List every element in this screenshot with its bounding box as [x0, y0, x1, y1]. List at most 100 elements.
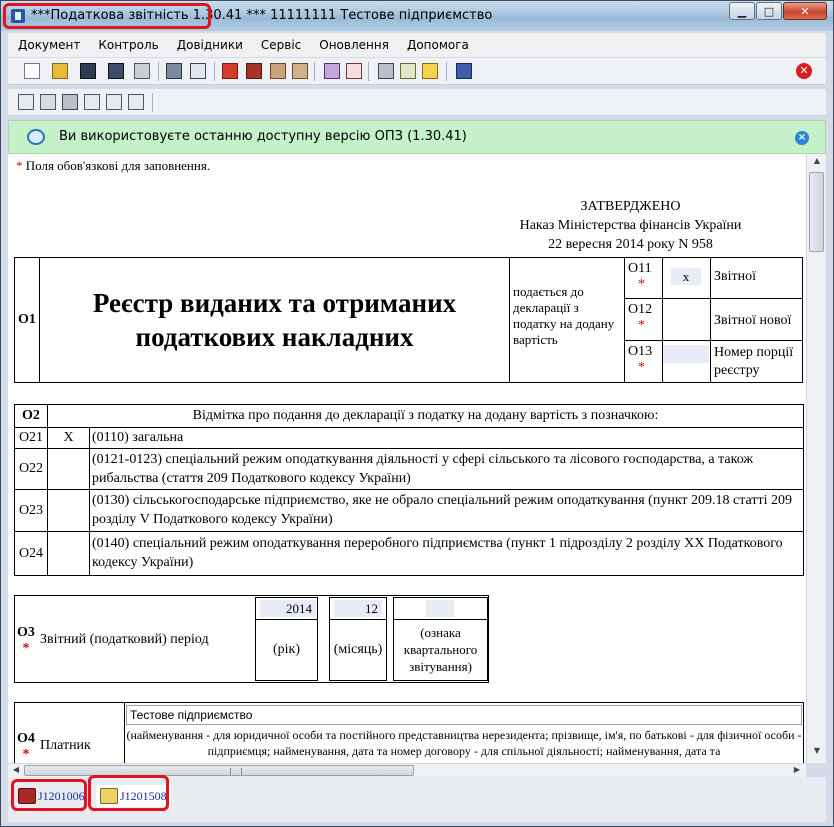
version-banner: Ви використовуєте останню доступну версі… [8, 120, 826, 154]
quarter-label: (ознака квартального звітування) [403, 625, 478, 674]
menu-service[interactable]: Сервіс [249, 38, 307, 52]
exit-icon[interactable] [456, 63, 472, 79]
document-title-line2: податкових накладних [135, 322, 414, 352]
menu-bar: Документ Контроль Довідники Сервіс Оновл… [8, 33, 826, 57]
o13-code-cell: О13 * [624, 340, 663, 383]
save-icon[interactable] [80, 63, 96, 79]
approved-title: ЗАТВЕРДЖЕНО [580, 199, 681, 214]
insert-row-icon[interactable] [106, 94, 122, 110]
o23-text: (0130) сільськогосподарське підприємство… [92, 493, 793, 527]
o21-code-cell: О21 [14, 427, 48, 449]
submitted-cell: подається до декларації з податку на дод… [509, 257, 625, 383]
required-note-text: Поля обов'язкові для заповнення. [25, 158, 211, 173]
checklist-icon[interactable] [190, 63, 206, 79]
copy-documents-icon[interactable] [270, 63, 286, 79]
o23-text-cell: (0130) сільськогосподарське підприємство… [89, 489, 804, 532]
o21-text-cell: (0110) загальна [89, 427, 804, 449]
year-input[interactable]: 2014 [260, 600, 316, 617]
menu-control[interactable]: Контроль [86, 38, 164, 52]
o11-code-cell: О11 * [624, 257, 663, 299]
o12-required-star: * [638, 318, 645, 333]
menu-references[interactable]: Довідники [165, 38, 249, 52]
o12-desc-cell: Звітної нової [710, 298, 803, 341]
year-label: (рік) [272, 642, 300, 657]
close-document-icon[interactable]: ✕ [796, 63, 812, 79]
main-window: ***Податкова звітність 1.30.41 *** 11111… [0, 0, 834, 827]
o23-mark-cell[interactable] [47, 489, 90, 532]
o22-mark-cell[interactable] [47, 448, 90, 490]
title-bar[interactable]: ***Податкова звітність 1.30.41 *** 11111… [1, 1, 833, 31]
settings-icon[interactable] [378, 63, 394, 79]
scroll-up-icon[interactable]: ▲ [810, 156, 824, 170]
add-row-icon[interactable] [84, 94, 100, 110]
key-icon[interactable] [422, 63, 438, 79]
horizontal-scroll-thumb[interactable] [24, 765, 414, 776]
o21-mark: X [63, 430, 74, 445]
minimize-button[interactable]: ▁ [729, 2, 755, 20]
o4-required-star: * [22, 747, 30, 762]
new-document-icon[interactable] [24, 63, 40, 79]
toolbar-separator [368, 62, 369, 81]
paste-icon[interactable] [62, 94, 78, 110]
o24-code-cell: О24 [14, 531, 48, 576]
vertical-scrollbar[interactable]: ▲ ▼ [806, 154, 826, 763]
payer-name-field[interactable]: Тестове підприємство [126, 705, 802, 725]
o23-code-cell: О23 [14, 489, 48, 532]
window-controls: ▁ □ ✕ [728, 2, 827, 20]
close-button[interactable]: ✕ [783, 2, 827, 20]
view-icon[interactable] [400, 63, 416, 79]
document-tabs: J1201006 J1201508 [8, 775, 826, 822]
maximize-button[interactable]: □ [756, 2, 782, 20]
o3-label: О3 [17, 625, 35, 640]
quarter-input[interactable] [426, 600, 454, 617]
save-all-icon[interactable] [108, 63, 124, 79]
payer-name: Тестове підприємство [130, 708, 253, 722]
o4-text: Платник [40, 738, 91, 753]
o3-text: Звітний (податковий) період [40, 632, 209, 647]
sign-icon[interactable] [346, 63, 362, 79]
year-divider [256, 619, 317, 620]
o2-code-cell: О2 [14, 404, 48, 428]
menu-help[interactable]: Допомога [395, 38, 475, 52]
payer-note: (найменування - для юридичної особи та п… [126, 728, 802, 758]
month-input[interactable]: 12 [334, 600, 382, 617]
home-icon[interactable] [222, 63, 238, 79]
required-note: * Поля обов'язкові для заповнення. [16, 158, 210, 174]
o1-cell: О1 [14, 257, 40, 383]
o12-value-cell[interactable] [662, 298, 711, 341]
o3-code: О3 * [17, 625, 35, 657]
menu-document[interactable]: Документ [8, 38, 86, 52]
info-icon [27, 129, 45, 145]
o11-checkbox[interactable]: x [671, 268, 701, 285]
o4-label: О4 [17, 731, 35, 746]
scroll-left-icon[interactable]: ◀ [9, 764, 23, 776]
o21-mark-cell[interactable]: X [47, 427, 90, 449]
delete-row-icon[interactable] [128, 94, 144, 110]
o13-label: О13 [628, 344, 653, 359]
main-toolbar: ✕ [8, 58, 826, 85]
open-folder-icon[interactable] [52, 63, 68, 79]
toolbar-separator [314, 62, 315, 81]
cut-icon[interactable] [40, 94, 56, 110]
scroll-down-icon[interactable]: ▼ [810, 746, 824, 760]
book-icon[interactable] [246, 63, 262, 79]
documents-icon[interactable] [292, 63, 308, 79]
vertical-scroll-thumb[interactable] [809, 172, 824, 252]
tab2-highlight [88, 775, 169, 811]
check-icon[interactable] [166, 63, 182, 79]
print-icon[interactable] [134, 63, 150, 79]
o2-header: Відмітка про подання до декларації з под… [192, 408, 659, 423]
edit-toolbar [8, 89, 826, 116]
edit-icon[interactable] [324, 63, 340, 79]
o24-mark-cell[interactable] [47, 531, 90, 576]
o13-input[interactable] [663, 345, 709, 363]
banner-close-icon[interactable]: × [795, 131, 809, 145]
copy-icon[interactable] [18, 94, 34, 110]
o13-value-cell [662, 340, 711, 383]
menu-updates[interactable]: Оновлення [307, 38, 395, 52]
title-highlight [3, 3, 211, 29]
o22-text-cell: (0121-0123) спеціальний режим оподаткува… [89, 448, 804, 490]
scroll-right-icon[interactable]: ▶ [790, 764, 804, 776]
o11-value-cell: x [662, 257, 711, 299]
approved-block: ЗАТВЕРДЖЕНО Наказ Міністерства фінансів … [498, 197, 763, 254]
